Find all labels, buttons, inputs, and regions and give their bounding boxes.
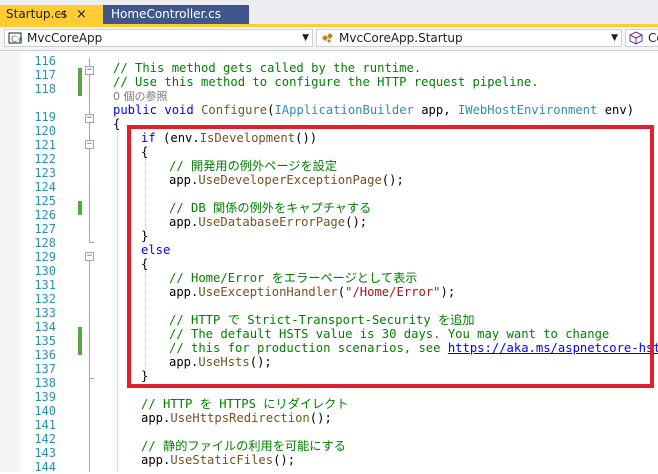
line-number: 128 bbox=[34, 236, 56, 250]
change-indicator bbox=[78, 327, 82, 355]
keyword: public void bbox=[113, 103, 194, 117]
line-number: 137 bbox=[34, 362, 56, 376]
line-number: 123 bbox=[34, 166, 56, 180]
tab-startup-cs[interactable]: Startup.cs ⊣ × bbox=[0, 5, 103, 24]
outline-tick bbox=[89, 378, 94, 379]
line-number: 124 bbox=[34, 180, 56, 194]
line-number: 116 bbox=[34, 54, 56, 68]
collapse-icon[interactable]: − bbox=[85, 114, 94, 123]
code-line-143[interactable]: // 静的ファイルの利用を可能にする bbox=[141, 439, 346, 453]
line-number: 119 bbox=[34, 110, 56, 124]
line-number: 139 bbox=[34, 390, 56, 404]
outline-tick bbox=[89, 242, 94, 243]
indicator-margin bbox=[0, 51, 20, 472]
document-tab-bar: Startup.cs ⊣ × HomeController.cs bbox=[0, 0, 658, 27]
outline-line bbox=[89, 149, 90, 242]
line-number: 132 bbox=[34, 292, 56, 306]
code-line-119[interactable]: public void Configure(IApplicationBuilde… bbox=[113, 103, 634, 117]
indent-guide bbox=[117, 131, 118, 472]
outline-line bbox=[89, 123, 90, 140]
line-number: 134 bbox=[34, 320, 56, 334]
code-line-144[interactable]: app.UseStaticFiles(); bbox=[141, 453, 295, 467]
line-number: 133 bbox=[34, 306, 56, 320]
parameter: env) bbox=[604, 103, 635, 117]
line-number: 131 bbox=[34, 278, 56, 292]
line-number: 140 bbox=[34, 404, 56, 418]
type-dropdown[interactable]: MvcCoreApp.Startup ▼ bbox=[316, 29, 622, 47]
change-indicator bbox=[78, 201, 82, 215]
tab-homecontroller-cs[interactable]: HomeController.cs bbox=[103, 5, 249, 24]
member-name: Co bbox=[648, 31, 658, 45]
line-number: 142 bbox=[34, 432, 56, 446]
code-line-141[interactable]: app.UseHttpsRedirection(); bbox=[141, 411, 332, 425]
code-line-118[interactable]: // Use this method to configure the HTTP… bbox=[113, 75, 539, 89]
line-number: 127 bbox=[34, 222, 56, 236]
outline-line bbox=[89, 261, 90, 472]
line-number: 121 bbox=[34, 138, 56, 152]
code-line-120[interactable]: { bbox=[113, 117, 120, 131]
editor-navigation-bar: C# MvcCoreApp ▼ MvcCoreApp.Startup ▼ Co bbox=[0, 27, 658, 51]
line-number: 135 bbox=[34, 334, 56, 348]
line-number: 130 bbox=[34, 264, 56, 278]
expression: (); bbox=[273, 453, 296, 467]
chevron-down-icon: ▼ bbox=[611, 33, 618, 43]
method-icon bbox=[629, 31, 643, 45]
line-number: 129 bbox=[34, 250, 56, 264]
expression: app. bbox=[141, 411, 171, 425]
project-dropdown[interactable]: C# MvcCoreApp ▼ bbox=[4, 29, 313, 47]
line-number: 138 bbox=[34, 376, 56, 390]
member-dropdown[interactable]: Co bbox=[625, 29, 658, 47]
line-number: 125 bbox=[34, 194, 56, 208]
line-number: 122 bbox=[34, 152, 56, 166]
project-name: MvcCoreApp bbox=[27, 31, 103, 45]
chevron-down-icon: ▼ bbox=[302, 33, 309, 43]
method-name: UseStaticFiles bbox=[170, 453, 274, 467]
type-name: IWebHostEnvironment bbox=[457, 103, 598, 117]
close-icon[interactable]: × bbox=[76, 5, 87, 24]
codelens-references[interactable]: 0 個の参照 bbox=[113, 90, 168, 104]
line-number: 141 bbox=[34, 418, 56, 432]
tab-label: HomeController.cs bbox=[111, 7, 222, 21]
line-number: 120 bbox=[34, 124, 56, 138]
change-indicator bbox=[78, 68, 82, 96]
type-name: IApplicationBuilder bbox=[274, 103, 414, 117]
collapse-icon[interactable]: − bbox=[85, 66, 94, 75]
code-line-140[interactable]: // HTTP を HTTPS にリダイレクト bbox=[141, 397, 349, 411]
code-line-117[interactable]: // This method gets called by the runtim… bbox=[113, 61, 421, 75]
expression: app. bbox=[141, 453, 171, 467]
line-number: 136 bbox=[34, 348, 56, 362]
line-number: 118 bbox=[34, 82, 56, 96]
csharp-project-icon: C# bbox=[8, 32, 22, 45]
type-name: MvcCoreApp.Startup bbox=[339, 31, 463, 45]
collapse-icon[interactable]: − bbox=[85, 252, 94, 261]
line-number: 143 bbox=[34, 446, 56, 460]
expression: (); bbox=[309, 411, 332, 425]
method-name: Configure bbox=[201, 103, 268, 117]
line-number: 126 bbox=[34, 208, 56, 222]
method-name: UseHttpsRedirection bbox=[170, 411, 310, 425]
class-icon bbox=[322, 33, 333, 43]
highlight-annotation-box bbox=[127, 125, 654, 388]
line-number: 117 bbox=[34, 68, 56, 82]
outline-line bbox=[89, 75, 90, 114]
collapse-icon[interactable]: − bbox=[85, 140, 94, 149]
parameter: app, bbox=[421, 103, 451, 117]
pin-icon[interactable]: ⊣ bbox=[56, 5, 66, 24]
svg-text:C#: C# bbox=[11, 35, 22, 45]
